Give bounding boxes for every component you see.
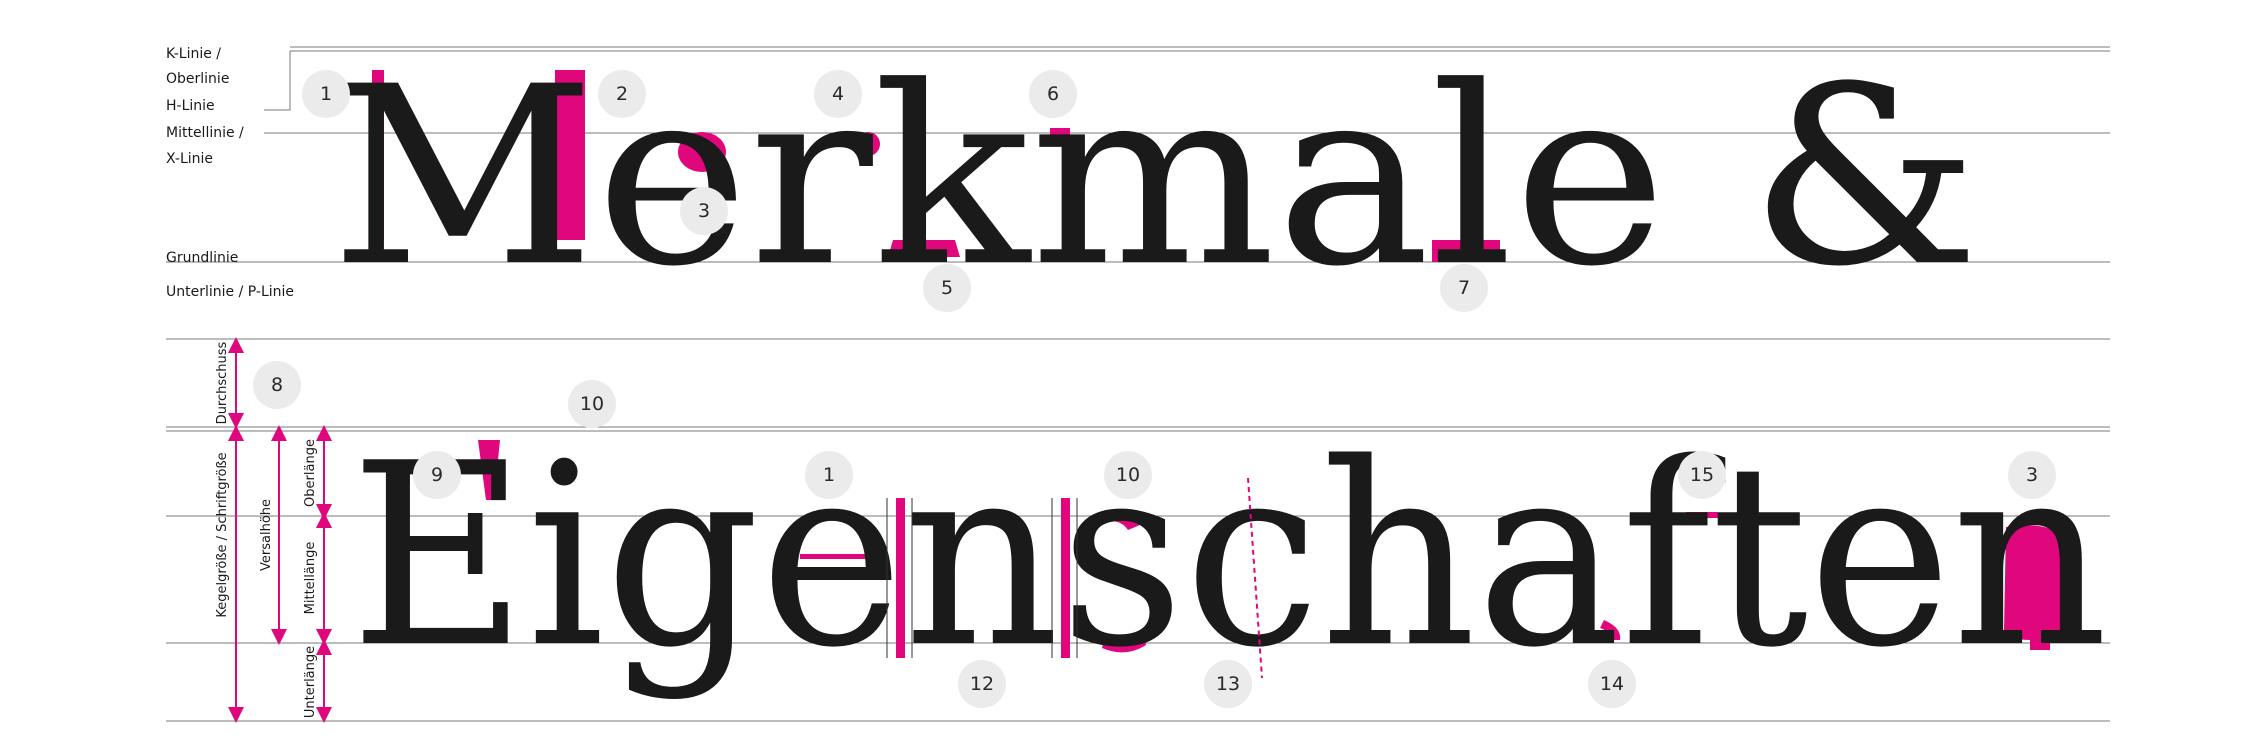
badge: 2 (598, 70, 646, 118)
svg-text:8: 8 (271, 374, 283, 396)
svg-text:9: 9 (431, 464, 443, 486)
svg-text:1: 1 (823, 464, 835, 486)
badge: 10 (568, 380, 616, 428)
top-word: Merkmale & (330, 35, 1980, 321)
typography-anatomy-diagram: K-Linie / Oberlinie H-Linie Mittellinie … (166, 35, 2110, 723)
label-k-linie: K-Linie / (166, 46, 221, 62)
label-kegelgroesse: Kegelgröße / Schriftgröße (215, 452, 230, 617)
badge: 1 (805, 451, 853, 499)
badge: 15 (1678, 451, 1726, 499)
svg-text:4: 4 (832, 83, 844, 105)
svg-text:5: 5 (941, 277, 953, 299)
svg-text:15: 15 (1690, 464, 1714, 486)
svg-text:3: 3 (698, 200, 710, 222)
svg-text:1: 1 (320, 83, 332, 105)
label-unterlaenge: Unterlänge (303, 646, 318, 718)
svg-text:6: 6 (1047, 83, 1059, 105)
label-oberlaenge: Oberlänge (303, 439, 318, 507)
badge: 3 (2008, 451, 2056, 499)
label-versalhoehe: Versalhöhe (259, 499, 274, 571)
badge: 12 (958, 660, 1006, 708)
badge: 10 (1104, 451, 1152, 499)
svg-text:3: 3 (2026, 464, 2038, 486)
label-oberlinie: Oberlinie (166, 71, 229, 87)
svg-text:10: 10 (1116, 464, 1140, 486)
label-durchschuss: Durchschuss (215, 341, 230, 424)
badge: 9 (413, 451, 461, 499)
badge: 14 (1588, 660, 1636, 708)
badge: 6 (1029, 70, 1077, 118)
badge: 13 (1204, 660, 1252, 708)
bottom-word: Eigenschaften (350, 410, 2108, 703)
badge: 8 (253, 361, 301, 409)
label-x-linie: X-Linie (166, 151, 213, 167)
h-line-bracket (264, 51, 291, 111)
badge: 3 (680, 187, 728, 235)
label-grundlinie: Grundlinie (166, 250, 238, 266)
svg-text:10: 10 (580, 393, 604, 415)
label-unterlinie: Unterlinie / P-Linie (166, 284, 294, 300)
badge: 1 (302, 70, 350, 118)
label-mittellinie: Mittellinie / (166, 125, 244, 141)
svg-text:12: 12 (970, 673, 994, 695)
svg-text:7: 7 (1458, 277, 1470, 299)
svg-text:14: 14 (1600, 673, 1624, 695)
badge: 4 (814, 70, 862, 118)
badge: 5 (923, 264, 971, 312)
svg-text:13: 13 (1216, 673, 1240, 695)
label-mittellaenge: Mittellänge (303, 542, 318, 615)
badge: 7 (1440, 264, 1488, 312)
svg-text:2: 2 (616, 83, 628, 105)
label-h-linie: H-Linie (166, 98, 215, 114)
